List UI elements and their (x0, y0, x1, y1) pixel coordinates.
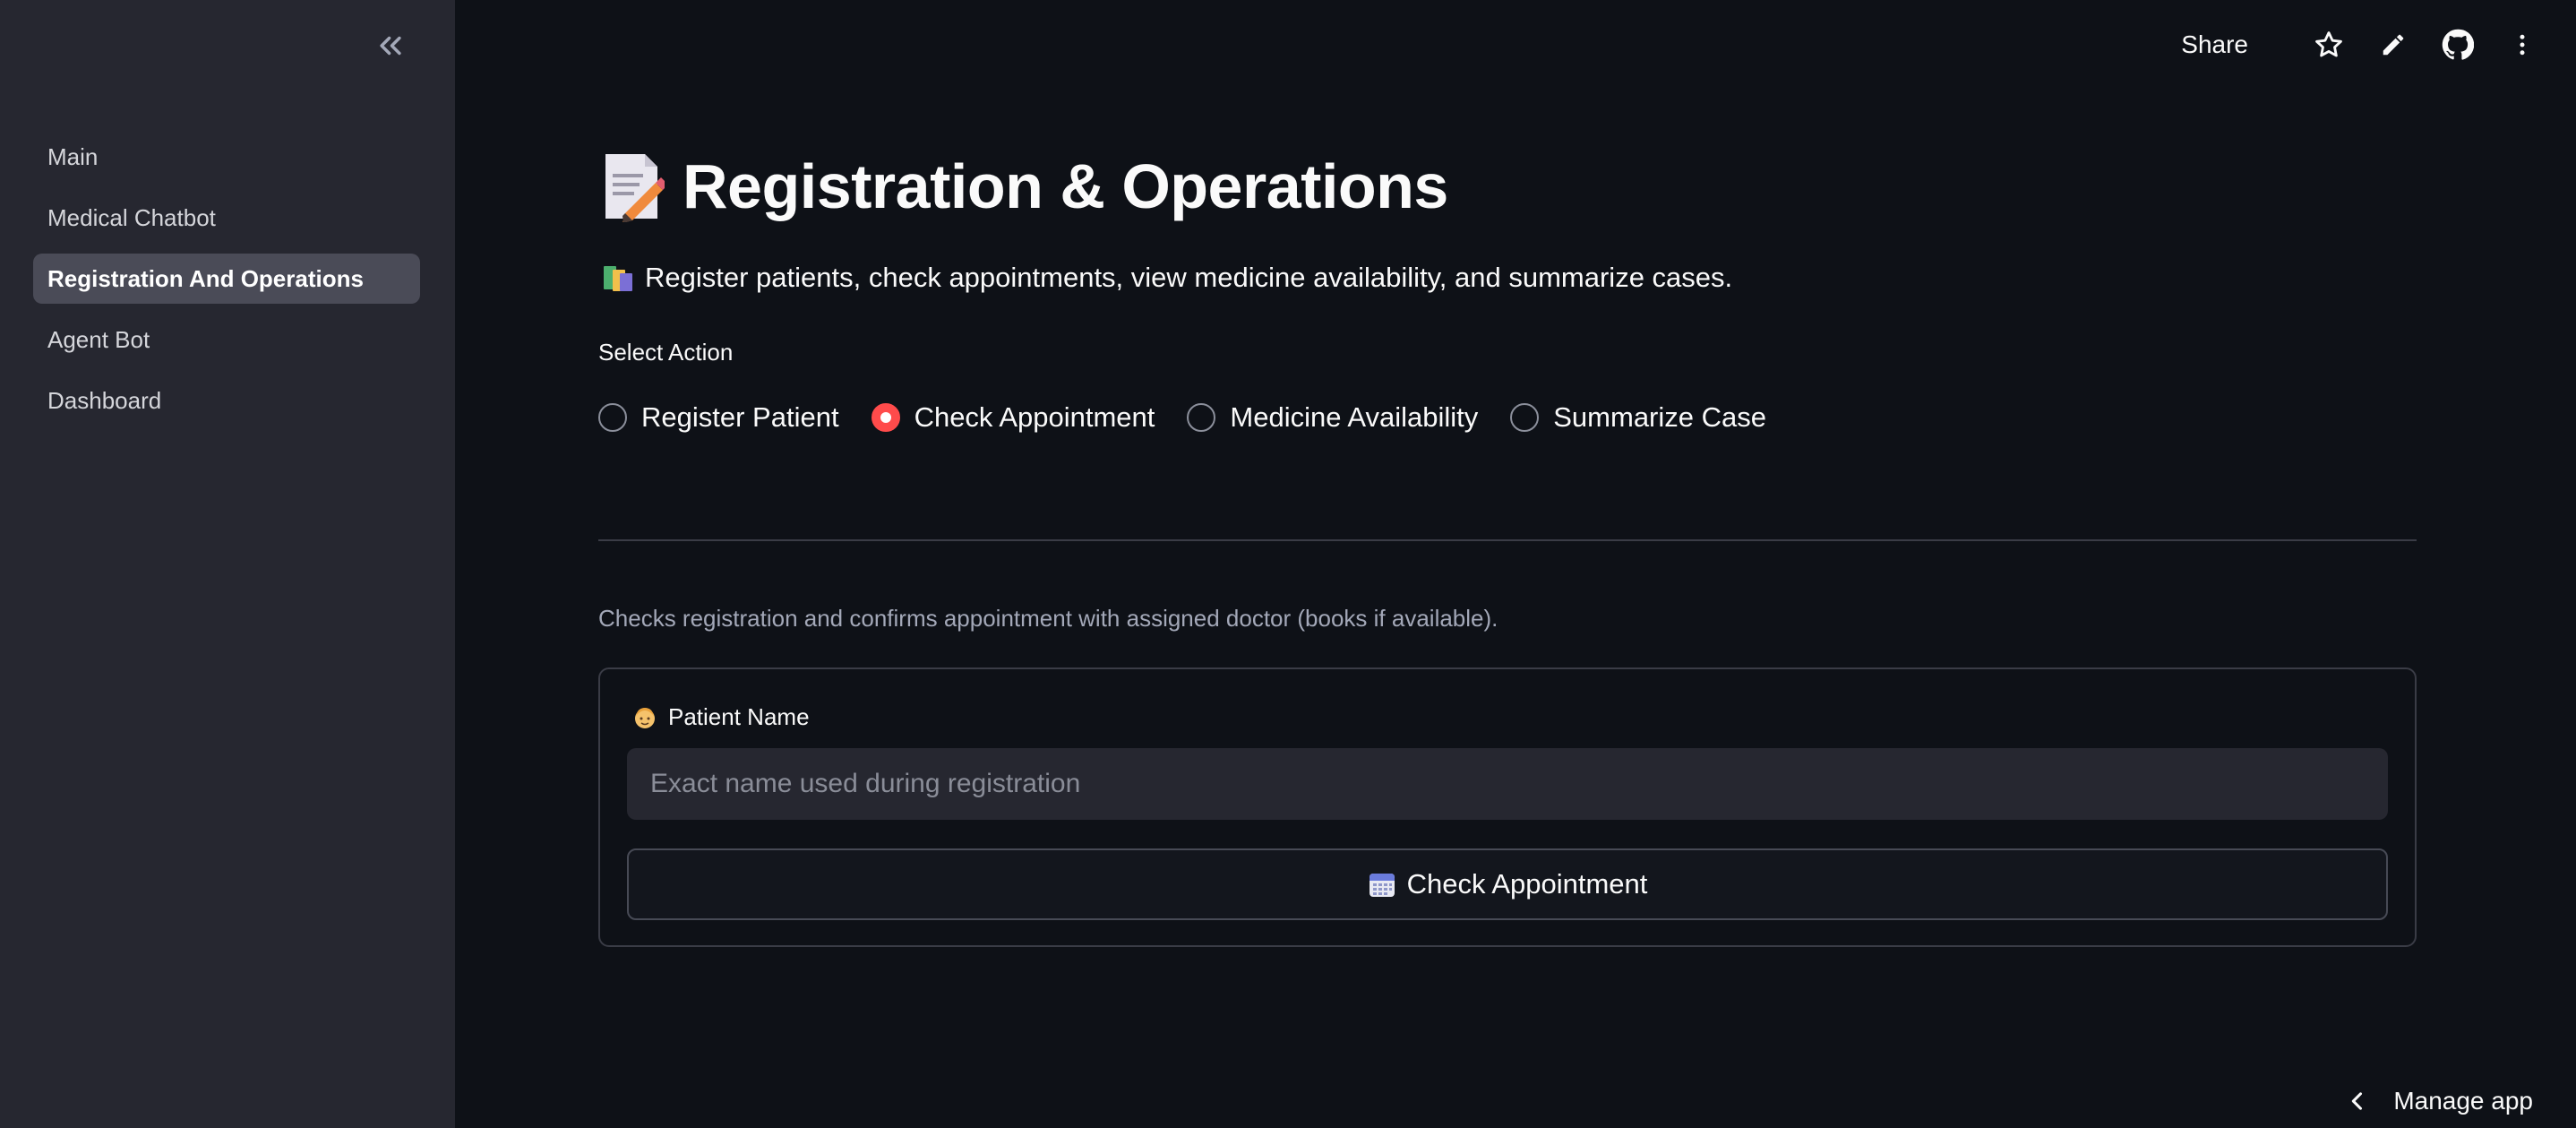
select-action-label: Select Action (598, 339, 734, 366)
memo-icon (605, 154, 665, 222)
star-icon (2315, 31, 2342, 57)
page-subtitle: Register patients, check appointments, v… (602, 262, 1732, 294)
patient-name-label: Patient Name (632, 703, 810, 731)
edit-button[interactable] (2375, 27, 2411, 63)
check-appointment-button[interactable]: Check Appointment (627, 848, 2388, 920)
section-divider (598, 539, 2417, 541)
check-appointment-form: Patient Name Check Appointment (598, 667, 2417, 947)
subtitle-text: Register patients, check appointments, v… (645, 262, 1733, 293)
page-header: Registration & Operations (598, 151, 1448, 222)
manage-app-label: Manage app (2393, 1087, 2533, 1115)
collapse-sidebar-button[interactable] (369, 27, 412, 65)
github-button[interactable] (2440, 27, 2476, 63)
radio-circle-selected[interactable] (871, 403, 900, 432)
patient-name-input[interactable] (627, 748, 2388, 820)
radio-check-appointment[interactable]: Check Appointment (871, 401, 1155, 434)
header-toolbar: Share (2181, 22, 2540, 68)
favorite-button[interactable] (2311, 27, 2347, 63)
radio-register-patient[interactable]: Register Patient (598, 401, 839, 434)
radio-medicine-availability[interactable]: Medicine Availability (1187, 401, 1478, 434)
github-icon (2442, 29, 2474, 60)
radio-circle[interactable] (1187, 403, 1216, 432)
pencil-icon (2383, 34, 2404, 56)
sidebar-item-medical-chatbot[interactable]: Medical Chatbot (33, 193, 420, 243)
sidebar-nav: Main Medical Chatbot Registration And Op… (33, 132, 420, 436)
app-root: Main Medical Chatbot Registration And Op… (0, 0, 2576, 1128)
person-face-icon (635, 707, 655, 728)
button-label: Check Appointment (1406, 868, 1648, 900)
radio-circle[interactable] (598, 403, 627, 432)
radio-circle[interactable] (1510, 403, 1540, 432)
sidebar-item-dashboard[interactable]: Dashboard (33, 375, 420, 426)
share-button[interactable]: Share (2181, 30, 2248, 59)
radio-label: Register Patient (641, 401, 839, 433)
sidebar-item-main[interactable]: Main (33, 132, 420, 182)
books-icon (604, 266, 632, 291)
action-caption: Checks registration and confirms appoint… (598, 605, 1498, 632)
field-label-text: Patient Name (668, 703, 810, 730)
sidebar-item-registration-and-operations[interactable]: Registration And Operations (33, 254, 420, 304)
action-radio-group: Register Patient Check Appointment Medic… (598, 401, 1799, 434)
radio-label: Summarize Case (1553, 401, 1766, 433)
sidebar-item-agent-bot[interactable]: Agent Bot (33, 314, 420, 365)
manage-app-button[interactable]: Manage app (2345, 1087, 2533, 1115)
radio-label: Medicine Availability (1230, 401, 1479, 433)
page-title: Registration & Operations (683, 151, 1448, 221)
radio-summarize-case[interactable]: Summarize Case (1510, 401, 1766, 434)
double-chevron-left-icon (380, 36, 401, 56)
radio-label: Check Appointment (914, 401, 1155, 433)
main-menu-button[interactable] (2504, 27, 2540, 63)
calendar-icon (1369, 874, 1395, 897)
kebab-menu-icon (2520, 34, 2525, 56)
chevron-left-icon (2352, 1092, 2363, 1110)
sidebar: Main Medical Chatbot Registration And Op… (0, 0, 455, 1128)
